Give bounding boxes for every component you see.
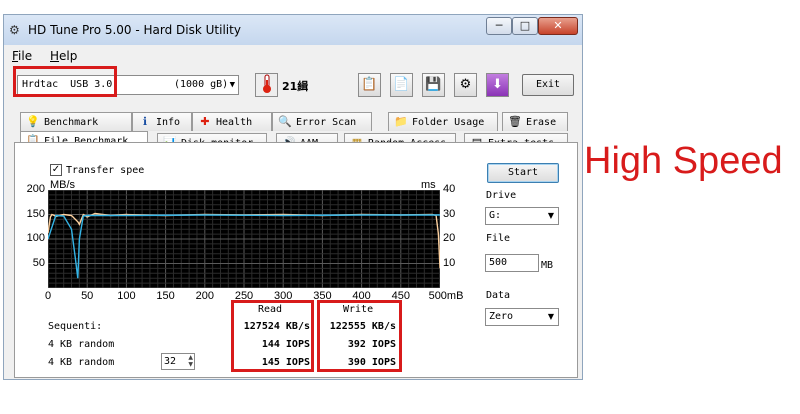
data-pattern-combo[interactable]: Zero ▼ [485,308,559,326]
exit-button[interactable]: Exit [522,74,574,96]
y2-tick-label: 40 [443,183,456,195]
queue-depth-spinner[interactable]: 32 ▲ ▼ [161,353,195,370]
highlight-read-column [231,300,314,372]
queue-depth-value: 32 [164,356,177,367]
tab-label: Folder Usage [412,117,485,128]
thermometer-icon [255,73,278,97]
download-icon[interactable]: ⬇ [486,73,509,97]
health-cross-icon: ✚ [200,115,210,128]
lightbulb-icon: 💡 [26,115,40,128]
x-tick-label: 500mB [428,290,464,302]
tab-erase[interactable]: 🗑 Erase [502,112,568,131]
save-icon[interactable]: 💾 [422,73,445,97]
transfer-speed-label: Transfer spee [66,165,145,176]
tab-label: Error Scan [296,117,357,128]
tab-health[interactable]: ✚ Health [192,112,272,131]
maximize-button[interactable]: □ [512,17,538,35]
tab-info[interactable]: ℹ Info [132,112,192,131]
drive-combo[interactable]: G: ▼ [485,207,559,225]
x-tick-label: 0 [44,290,52,302]
y-tick-label: 100 [26,232,45,244]
file-size-input[interactable]: 500 [485,254,539,272]
y2-tick-label: 20 [443,232,456,244]
menu-file-label: ile [18,49,33,63]
temperature-readout: 21緝 [282,80,309,93]
y2-tick-label: 10 [443,256,456,269]
chevron-down-icon: ▼ [229,80,235,90]
info-icon: ℹ [142,115,148,128]
tab-error-scan[interactable]: 🔍 Error Scan [272,112,372,131]
y-tick-label: 150 [26,207,45,220]
drive-size: (1000 gB) [174,79,229,90]
magnifier-icon: 🔍 [278,115,292,128]
transfer-speed-checkbox[interactable]: ✓ [50,164,62,176]
menu-help-label: elp [59,49,78,63]
file-unit-label: MB [541,260,554,271]
row-label-4kb-random-queue: 4 KB random [48,357,115,368]
options-icon[interactable]: ⚙ [454,73,477,97]
menu-bar: File Help [4,47,582,65]
x-tick-label: 100 [117,290,136,302]
data-label: Data [486,290,511,301]
copy-info-icon[interactable]: 📄 [390,73,413,97]
transfer-chart [48,190,440,288]
row-label-4kb-random: 4 KB random [48,339,115,350]
drive-combo-value: G: [489,210,502,221]
folder-icon: 📁 [394,115,408,128]
menu-help[interactable]: Help [50,49,77,63]
trash-icon: 🗑 [508,115,522,128]
y-tick-label: 200 [26,183,45,195]
menu-help-accel: H [50,49,60,63]
x-tick-label: 200 [195,290,214,302]
file-label: File [486,233,511,244]
tab-label: Benchmark [44,117,99,128]
hdtune-icon: ⚙ [9,23,20,37]
start-button[interactable]: Start [487,163,559,183]
y-tick-label: 50 [32,256,45,269]
tab-folder-usage[interactable]: 📁 Folder Usage [388,112,498,131]
row-label-sequential: Sequenti: [48,321,103,332]
highlight-drive-name [13,66,117,97]
close-button[interactable]: ✕ [538,17,578,35]
tab-label: Info [156,117,181,128]
chevron-down-icon: ▼ [547,211,554,220]
highlight-write-column [317,300,402,372]
file-size-value: 500 [489,257,508,268]
y2-tick-label: 30 [443,207,456,220]
menu-file[interactable]: File [12,49,32,63]
spinner-arrows-icon[interactable]: ▲ ▼ [188,354,193,368]
data-pattern-value: Zero [489,311,514,322]
drive-label: Drive [486,190,517,201]
high-speed-annotation: High Speed [584,140,783,182]
x-tick-label: 50 [81,290,94,302]
chevron-down-icon: ▼ [547,312,554,321]
tab-label: Erase [526,117,557,128]
tab-label: Health [216,117,253,128]
window-title: HD Tune Pro 5.00 - Hard Disk Utility [28,23,241,37]
tab-benchmark[interactable]: 💡 Benchmark [20,112,132,131]
copy-icon[interactable]: 📋 [358,73,381,97]
title-bar: ⚙ HD Tune Pro 5.00 - Hard Disk Utility ─… [4,15,582,45]
minimize-button[interactable]: ─ [486,17,512,35]
x-tick-label: 150 [156,290,175,302]
